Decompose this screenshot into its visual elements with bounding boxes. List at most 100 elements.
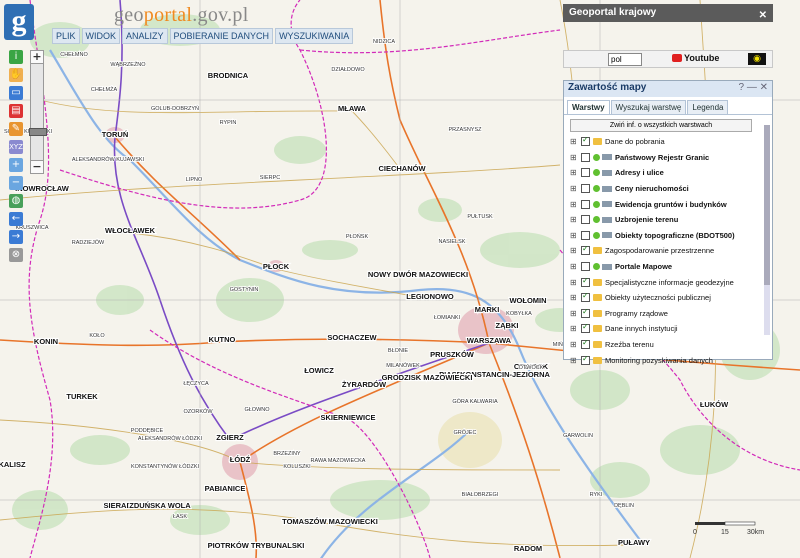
layer-checkbox[interactable]: [581, 184, 590, 194]
layer-checkbox[interactable]: [581, 215, 590, 225]
layer-checkbox[interactable]: [581, 230, 590, 240]
town-label: DĘBLIN: [614, 503, 634, 509]
collapse-all-button[interactable]: Zwiń inf. o wszystkich warstwach: [570, 119, 752, 132]
expand-icon[interactable]: ⊞: [570, 231, 578, 240]
menu-pobieranie[interactable]: POBIERANIE DANYCH: [169, 28, 274, 44]
service-icon: [602, 232, 612, 239]
forward-icon[interactable]: →: [9, 230, 23, 244]
layer-row[interactable]: ⊞ Dane do pobrania: [564, 134, 772, 150]
select-icon[interactable]: ▭: [9, 86, 23, 100]
back-icon[interactable]: ←: [9, 212, 23, 226]
print-icon[interactable]: ▤: [9, 104, 23, 118]
layer-row[interactable]: ⊞ Państwowy Rejestr Granic: [564, 150, 772, 166]
layer-label: Specjalistyczne informacje geodezyjne: [605, 277, 734, 287]
city-label: LEGIONOWO: [406, 292, 454, 301]
extent-icon[interactable]: ⊗: [9, 248, 23, 262]
expand-icon[interactable]: ⊞: [570, 200, 578, 209]
layer-checkbox[interactable]: [581, 262, 590, 272]
lang-select[interactable]: pol: [608, 53, 642, 66]
town-label: DZIAŁDOWO: [331, 67, 365, 73]
layer-row[interactable]: ⊞ Monitoring pozyskiwania danych: [564, 352, 772, 368]
layer-row[interactable]: ⊞ Obiekty użyteczności publicznej: [564, 290, 772, 306]
zoom-slider[interactable]: + −: [29, 50, 47, 174]
layer-checkbox[interactable]: [581, 338, 590, 350]
expand-icon[interactable]: ⊞: [570, 356, 578, 365]
menu-analizy[interactable]: ANALIZY: [122, 28, 168, 44]
town-label: ŁĘCZYCA: [183, 381, 209, 387]
layer-row[interactable]: ⊞ Obiekty topograficzne (BDOT500): [564, 228, 772, 244]
menu-wyszukiwania[interactable]: WYSZUKIWANIA: [275, 28, 354, 44]
layer-checkbox[interactable]: [581, 307, 590, 318]
expand-icon[interactable]: ⊞: [570, 262, 578, 271]
zoom-plus-button[interactable]: +: [31, 51, 43, 64]
expand-icon[interactable]: ⊞: [570, 278, 578, 287]
tab-warstwy[interactable]: Warstwy: [567, 100, 610, 114]
layer-checkbox[interactable]: [581, 322, 590, 334]
tab-wyszukaj[interactable]: Wyszukaj warstwę: [610, 100, 687, 114]
layer-row[interactable]: ⊞ Uzbrojenie terenu: [564, 212, 772, 228]
layer-checkbox[interactable]: [581, 152, 590, 162]
tab-legenda[interactable]: Legenda: [687, 100, 729, 114]
town-label: KOLUSZKI: [283, 464, 311, 470]
status-dot-icon: [593, 185, 600, 193]
city-label: NOWY DWÓR MAZOWIECKI: [368, 270, 468, 279]
geoportal-logo[interactable]: g: [4, 4, 34, 40]
layer-row[interactable]: ⊞ Rzeźba terenu: [564, 337, 772, 353]
layer-row[interactable]: ⊞ Zagospodarowanie przestrzenne: [564, 243, 772, 259]
layer-label: Obiekty użyteczności publicznej: [605, 293, 711, 303]
expand-icon[interactable]: ⊞: [570, 168, 578, 177]
layer-checkbox[interactable]: [581, 168, 590, 178]
layer-checkbox[interactable]: [581, 135, 590, 147]
close-icon[interactable]: ✕: [759, 7, 767, 25]
eye-icon[interactable]: ◉: [748, 53, 766, 65]
info-icon[interactable]: i: [9, 50, 23, 64]
expand-icon[interactable]: ⊞: [570, 215, 578, 224]
xyz-icon[interactable]: XYZ: [9, 140, 23, 154]
expand-icon[interactable]: ⊞: [570, 340, 578, 349]
layer-row[interactable]: ⊞ Ewidencja gruntów i budynków: [564, 196, 772, 212]
layer-row[interactable]: ⊞ Programy rządowe: [564, 306, 772, 322]
city-label: PUŁAWY: [618, 538, 650, 547]
menu-widok[interactable]: WIDOK: [81, 28, 121, 44]
expand-icon[interactable]: ⊞: [570, 184, 578, 193]
zoom-knob[interactable]: [29, 128, 47, 136]
expand-icon[interactable]: ⊞: [570, 309, 578, 318]
expand-icon[interactable]: ⊞: [570, 137, 578, 146]
zoom-minus-button[interactable]: −: [31, 160, 43, 173]
youtube-icon[interactable]: Youtube: [672, 53, 719, 63]
layer-checkbox[interactable]: [581, 354, 590, 365]
layer-scrollbar[interactable]: [764, 125, 770, 335]
layer-checkbox[interactable]: [581, 244, 590, 256]
layer-checkbox[interactable]: [581, 291, 590, 303]
layer-label: Adresy i ulice: [615, 168, 664, 178]
zoom-out-icon[interactable]: −: [9, 176, 23, 190]
town-label: PŁOŃSK: [346, 233, 369, 240]
panel-controls-icon[interactable]: ? — ✕: [739, 82, 769, 93]
globe-icon[interactable]: ◍: [9, 194, 23, 208]
measure-icon[interactable]: ✎: [9, 122, 23, 136]
expand-icon[interactable]: ⊞: [570, 153, 578, 162]
city-label: PRUSZKÓW: [430, 350, 475, 359]
panel-header[interactable]: Zawartość mapy ? — ✕: [564, 81, 772, 97]
expand-icon[interactable]: ⊞: [570, 246, 578, 255]
layer-row[interactable]: ⊞ Specjalistyczne informacje geodezyjne: [564, 274, 772, 290]
layer-row[interactable]: ⊞ Ceny nieruchomości: [564, 181, 772, 197]
panel-tabs: Warstwy Wyszukaj warstwę Legenda: [564, 97, 772, 114]
expand-icon[interactable]: ⊞: [570, 293, 578, 302]
expand-icon[interactable]: ⊞: [570, 324, 578, 333]
status-dot-icon: [593, 153, 600, 161]
layer-row[interactable]: ⊞ Portale Mapowe: [564, 259, 772, 275]
town-label: RADZIEJÓW: [72, 239, 105, 246]
layer-checkbox[interactable]: [581, 276, 590, 287]
layer-label: Portale Mapowe: [615, 262, 673, 272]
layer-row[interactable]: ⊞ Dane innych instytucji: [564, 321, 772, 337]
layer-row[interactable]: ⊞ Adresy i ulice: [564, 165, 772, 181]
city-label: ŁUKÓW: [700, 400, 729, 409]
city-label: ŁOWICZ: [304, 366, 334, 375]
city-label: SKIERNIEWICE: [320, 413, 375, 422]
geoportal-krajowy-label[interactable]: Geoportal krajowy: [569, 7, 656, 18]
zoom-in-icon[interactable]: +: [9, 158, 23, 172]
pan-hand-icon[interactable]: ✋: [9, 68, 23, 82]
menu-plik[interactable]: PLIK: [52, 28, 80, 44]
layer-checkbox[interactable]: [581, 199, 590, 209]
